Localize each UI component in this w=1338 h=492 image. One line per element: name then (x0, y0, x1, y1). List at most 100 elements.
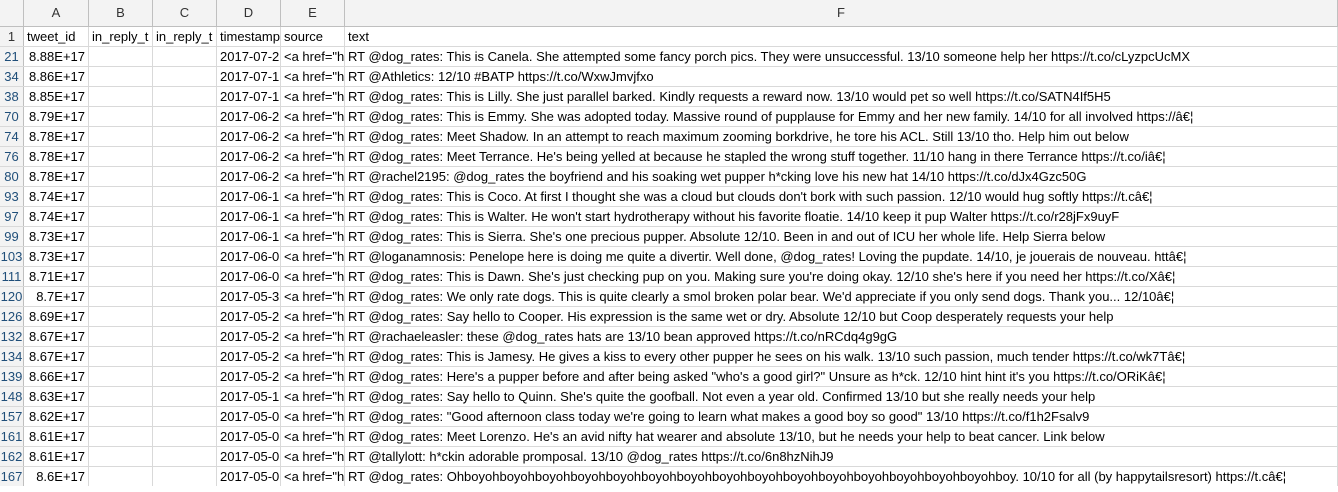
cell-in-reply-status[interactable] (89, 347, 153, 366)
cell-text[interactable]: RT @Athletics: 12/10 #BATP https://t.co/… (345, 67, 1338, 86)
column-header-f[interactable]: F (345, 0, 1338, 26)
cell-in-reply-status[interactable] (89, 427, 153, 446)
column-header-a[interactable]: A (24, 0, 89, 26)
row-number[interactable]: 34 (0, 67, 24, 86)
cell-tweet-id[interactable]: 8.74E+17 (24, 187, 89, 206)
cell-in-reply-user[interactable] (153, 447, 217, 466)
cell-text[interactable]: RT @dog_rates: This is Dawn. She's just … (345, 267, 1338, 286)
cell-timestamp[interactable]: 2017-06-1 (217, 207, 281, 226)
row-number[interactable]: 148 (0, 387, 24, 406)
row-number[interactable]: 103 (0, 247, 24, 266)
cell-in-reply-user[interactable] (153, 247, 217, 266)
cell-text[interactable]: RT @dog_rates: Meet Shadow. In an attemp… (345, 127, 1338, 146)
row-number[interactable]: 126 (0, 307, 24, 326)
row-number[interactable]: 21 (0, 47, 24, 66)
cell-text[interactable]: RT @dog_rates: This is Sierra. She's one… (345, 227, 1338, 246)
row-number[interactable]: 161 (0, 427, 24, 446)
cell-in-reply-status[interactable] (89, 147, 153, 166)
cell-text[interactable]: RT @rachaeleasler: these @dog_rates hats… (345, 327, 1338, 346)
cell-text[interactable]: RT @dog_rates: "Good afternoon class tod… (345, 407, 1338, 426)
cell-source[interactable]: <a href="h (281, 287, 345, 306)
cell-text[interactable]: RT @dog_rates: Here's a pupper before an… (345, 367, 1338, 386)
cell-in-reply-user[interactable] (153, 67, 217, 86)
cell-tweet-id[interactable]: 8.7E+17 (24, 287, 89, 306)
cell-in-reply-status[interactable] (89, 327, 153, 346)
cell-d-label[interactable]: timestamp (217, 27, 281, 46)
cell-text[interactable]: RT @dog_rates: This is Walter. He won't … (345, 207, 1338, 226)
cell-timestamp[interactable]: 2017-05-0 (217, 407, 281, 426)
cell-f-label[interactable]: text (345, 27, 1338, 46)
select-all-corner[interactable] (0, 0, 24, 26)
cell-timestamp[interactable]: 2017-05-0 (217, 467, 281, 486)
cell-in-reply-user[interactable] (153, 307, 217, 326)
cell-text[interactable]: RT @dog_rates: This is Lilly. She just p… (345, 87, 1338, 106)
cell-in-reply-user[interactable] (153, 207, 217, 226)
cell-timestamp[interactable]: 2017-05-0 (217, 447, 281, 466)
cell-in-reply-status[interactable] (89, 467, 153, 486)
cell-source[interactable]: <a href="h (281, 87, 345, 106)
cell-tweet-id[interactable]: 8.6E+17 (24, 467, 89, 486)
cell-tweet-id[interactable]: 8.63E+17 (24, 387, 89, 406)
cell-timestamp[interactable]: 2017-05-2 (217, 347, 281, 366)
cell-source[interactable]: <a href="h (281, 47, 345, 66)
column-header-d[interactable]: D (217, 0, 281, 26)
cell-source[interactable]: <a href="h (281, 167, 345, 186)
cell-in-reply-status[interactable] (89, 167, 153, 186)
cell-source[interactable]: <a href="h (281, 387, 345, 406)
row-number[interactable]: 80 (0, 167, 24, 186)
cell-in-reply-user[interactable] (153, 367, 217, 386)
row-number[interactable]: 70 (0, 107, 24, 126)
cell-timestamp[interactable]: 2017-06-2 (217, 167, 281, 186)
cell-in-reply-status[interactable] (89, 287, 153, 306)
cell-source[interactable]: <a href="h (281, 267, 345, 286)
cell-source[interactable]: <a href="h (281, 367, 345, 386)
cell-source[interactable]: <a href="h (281, 407, 345, 426)
cell-text[interactable]: RT @rachel2195: @dog_rates the boyfriend… (345, 167, 1338, 186)
cell-timestamp[interactable]: 2017-05-2 (217, 367, 281, 386)
cell-in-reply-user[interactable] (153, 467, 217, 486)
cell-timestamp[interactable]: 2017-06-1 (217, 227, 281, 246)
column-header-b[interactable]: B (89, 0, 153, 26)
row-number[interactable]: 1 (0, 27, 24, 46)
cell-timestamp[interactable]: 2017-07-1 (217, 87, 281, 106)
cell-timestamp[interactable]: 2017-07-2 (217, 47, 281, 66)
cell-tweet-id[interactable]: 8.61E+17 (24, 447, 89, 466)
row-number[interactable]: 111 (0, 267, 24, 286)
cell-in-reply-user[interactable] (153, 347, 217, 366)
row-number[interactable]: 120 (0, 287, 24, 306)
cell-tweet-id[interactable]: 8.78E+17 (24, 127, 89, 146)
cell-in-reply-status[interactable] (89, 67, 153, 86)
cell-e-label[interactable]: source (281, 27, 345, 46)
cell-in-reply-status[interactable] (89, 87, 153, 106)
cell-timestamp[interactable]: 2017-06-2 (217, 127, 281, 146)
cell-in-reply-user[interactable] (153, 107, 217, 126)
cell-in-reply-user[interactable] (153, 387, 217, 406)
row-number[interactable]: 97 (0, 207, 24, 226)
cell-in-reply-status[interactable] (89, 247, 153, 266)
row-number[interactable]: 93 (0, 187, 24, 206)
cell-tweet-id[interactable]: 8.61E+17 (24, 427, 89, 446)
row-number[interactable]: 99 (0, 227, 24, 246)
cell-in-reply-user[interactable] (153, 87, 217, 106)
cell-source[interactable]: <a href="h (281, 467, 345, 486)
cell-in-reply-user[interactable] (153, 147, 217, 166)
cell-in-reply-status[interactable] (89, 367, 153, 386)
cell-tweet-id[interactable]: 8.79E+17 (24, 107, 89, 126)
cell-text[interactable]: RT @dog_rates: Meet Lorenzo. He's an avi… (345, 427, 1338, 446)
cell-timestamp[interactable]: 2017-05-0 (217, 427, 281, 446)
cell-text[interactable]: RT @dog_rates: This is Jamesy. He gives … (345, 347, 1338, 366)
cell-tweet-id[interactable]: 8.86E+17 (24, 67, 89, 86)
cell-source[interactable]: <a href="h (281, 127, 345, 146)
row-number[interactable]: 38 (0, 87, 24, 106)
cell-source[interactable]: <a href="h (281, 427, 345, 446)
cell-text[interactable]: RT @tallylott: h*ckin adorable promposal… (345, 447, 1338, 466)
cell-a-label[interactable]: tweet_id (24, 27, 89, 46)
cell-tweet-id[interactable]: 8.78E+17 (24, 147, 89, 166)
cell-text[interactable]: RT @dog_rates: This is Coco. At first I … (345, 187, 1338, 206)
cell-source[interactable]: <a href="h (281, 247, 345, 266)
cell-source[interactable]: <a href="h (281, 307, 345, 326)
cell-timestamp[interactable]: 2017-06-0 (217, 267, 281, 286)
cell-in-reply-status[interactable] (89, 447, 153, 466)
cell-tweet-id[interactable]: 8.67E+17 (24, 327, 89, 346)
row-number[interactable]: 167 (0, 467, 24, 486)
